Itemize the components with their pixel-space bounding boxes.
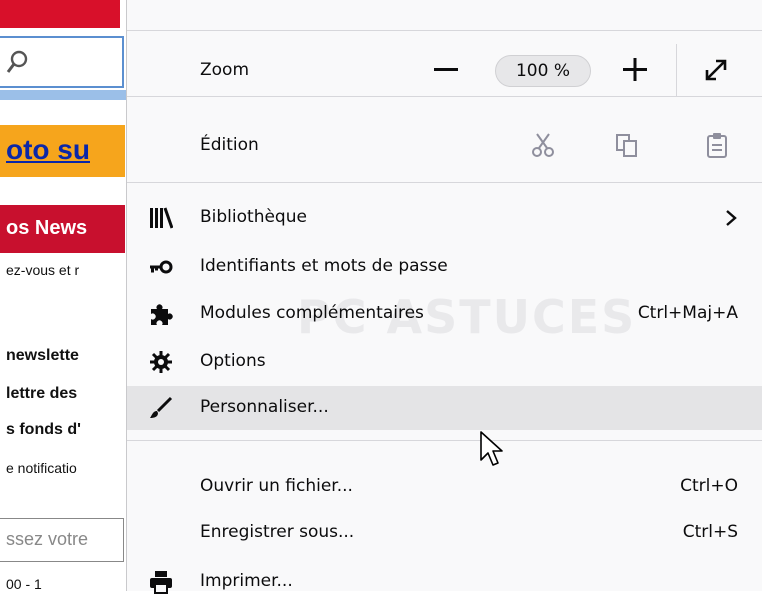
- menu-item-customize[interactable]: Personnaliser...: [127, 386, 762, 430]
- zoom-in-button[interactable]: [622, 56, 648, 84]
- site-search-box[interactable]: [0, 36, 124, 88]
- bg-text-line[interactable]: newslette: [6, 347, 79, 365]
- menu-item-label: Identifiants et mots de passe: [200, 256, 448, 276]
- site-nav-bar: [0, 90, 130, 100]
- menu-separator: [127, 182, 762, 183]
- menu-separator: [127, 440, 762, 441]
- menu-item-shortcut: Ctrl+O: [680, 476, 738, 496]
- menu-separator: [127, 30, 762, 31]
- copy-icon[interactable]: [615, 131, 639, 159]
- zoom-divider: [676, 44, 677, 96]
- bg-text-line: ez-vous et r: [6, 262, 80, 278]
- menu-item-label: Enregistrer sous...: [200, 522, 355, 542]
- news-header-text: os News: [6, 217, 88, 239]
- library-icon: [150, 207, 173, 229]
- site-header-tab[interactable]: [0, 0, 120, 28]
- bg-text-line: 00 - 1: [6, 576, 42, 591]
- menu-item-logins[interactable]: Identifiants et mots de passe: [127, 245, 762, 289]
- news-header: os News: [0, 205, 125, 253]
- menu-item-label: Options: [200, 351, 266, 371]
- key-icon: [150, 260, 173, 274]
- paste-icon[interactable]: [705, 131, 729, 159]
- menu-item-options[interactable]: Options: [127, 340, 762, 384]
- site-email-input[interactable]: ssez votre: [0, 518, 124, 562]
- gear-icon: [150, 351, 172, 373]
- bg-text-line[interactable]: lettre des: [6, 385, 77, 403]
- main-menu-panel: Zoom 100 % Édition PC ASTUCES Bibliothèq…: [126, 0, 762, 594]
- menu-item-shortcut: Ctrl+S: [682, 522, 738, 542]
- paintbrush-icon: [150, 396, 173, 418]
- printer-icon: [150, 571, 172, 594]
- edit-row: Édition: [127, 124, 762, 168]
- zoom-label: Zoom: [200, 60, 250, 80]
- puzzle-icon: [151, 304, 173, 325]
- fullscreen-button[interactable]: [702, 56, 730, 84]
- menu-item-save-as[interactable]: Enregistrer sous... Ctrl+S: [127, 511, 762, 555]
- menu-item-label: Personnaliser...: [200, 397, 329, 417]
- site-input-placeholder: ssez votre: [6, 529, 89, 549]
- menu-item-library[interactable]: Bibliothèque: [127, 196, 762, 240]
- menu-item-open-file[interactable]: Ouvrir un fichier... Ctrl+O: [127, 465, 762, 509]
- zoom-reset-button[interactable]: 100 %: [495, 55, 591, 87]
- menu-item-addons[interactable]: Modules complémentaires Ctrl+Maj+A: [127, 292, 762, 336]
- cut-icon[interactable]: [531, 131, 555, 159]
- bg-text-line: e notificatio: [6, 460, 77, 476]
- menu-item-label: Ouvrir un fichier...: [200, 476, 353, 496]
- menu-item-shortcut: Ctrl+Maj+A: [637, 303, 738, 323]
- zoom-out-button[interactable]: [433, 56, 459, 84]
- search-icon: [6, 50, 28, 73]
- bg-text-line[interactable]: s fonds d': [6, 421, 81, 439]
- mouse-cursor-icon: [480, 431, 503, 466]
- edit-label: Édition: [200, 135, 259, 155]
- menu-separator: [127, 96, 762, 97]
- menu-item-label: Imprimer...: [200, 571, 293, 591]
- menu-item-print[interactable]: Imprimer...: [127, 560, 762, 604]
- menu-item-label: Bibliothèque: [200, 207, 307, 227]
- chevron-right-icon: [726, 210, 737, 226]
- background-webpage: oto su os News ez-vous et r newslette le…: [0, 0, 130, 591]
- promo-banner[interactable]: oto su: [0, 125, 125, 177]
- promo-link-text[interactable]: oto su: [6, 134, 90, 166]
- menu-item-label: Modules complémentaires: [200, 303, 424, 323]
